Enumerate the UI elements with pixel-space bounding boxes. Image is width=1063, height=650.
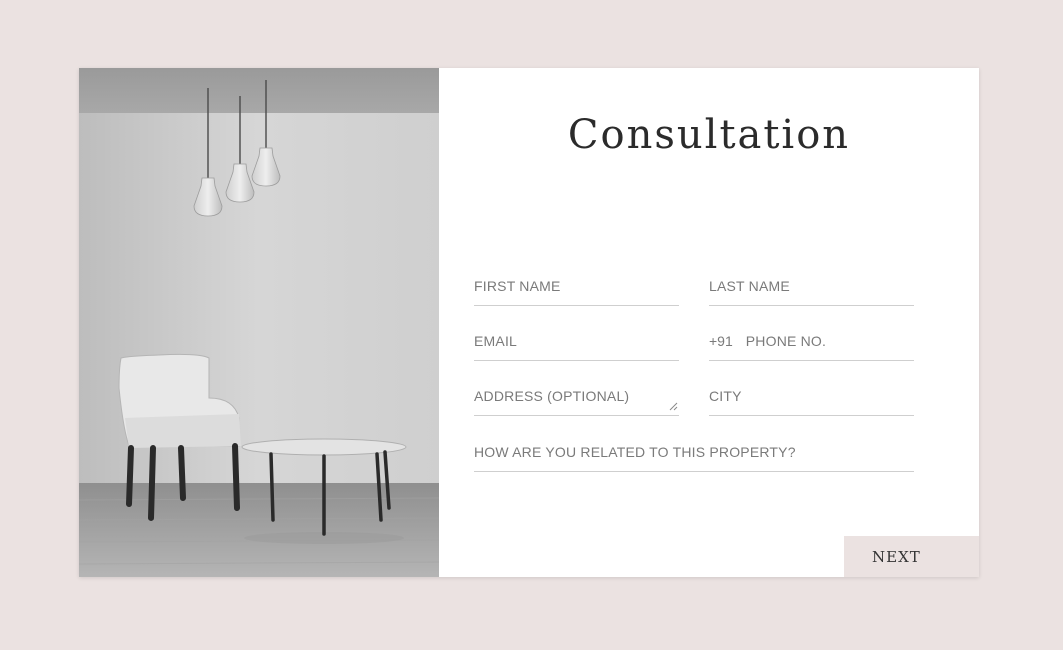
phone-field-wrapper: +91 (709, 330, 927, 361)
country-code-prefix: +91 (709, 333, 733, 349)
property-relation-field-wrapper (474, 441, 914, 472)
email-field[interactable] (474, 330, 679, 352)
consultation-form: Consultation +91 NEXT (439, 68, 979, 577)
last-name-field-wrapper (709, 275, 914, 306)
address-field[interactable] (474, 385, 679, 407)
city-field-wrapper (709, 385, 914, 416)
last-name-field[interactable] (709, 275, 914, 297)
next-button[interactable]: NEXT (844, 536, 979, 577)
email-field-wrapper (474, 330, 679, 361)
phone-field[interactable] (745, 330, 927, 352)
consultation-card: Consultation +91 NEXT (79, 68, 979, 577)
first-name-field[interactable] (474, 275, 679, 297)
resize-grip-icon[interactable] (668, 401, 678, 411)
address-field-wrapper (474, 385, 679, 416)
form-title: Consultation (567, 112, 851, 158)
first-name-field-wrapper (474, 275, 679, 306)
city-field[interactable] (709, 385, 914, 407)
interior-photo (79, 68, 439, 577)
property-relation-field[interactable] (474, 441, 914, 463)
